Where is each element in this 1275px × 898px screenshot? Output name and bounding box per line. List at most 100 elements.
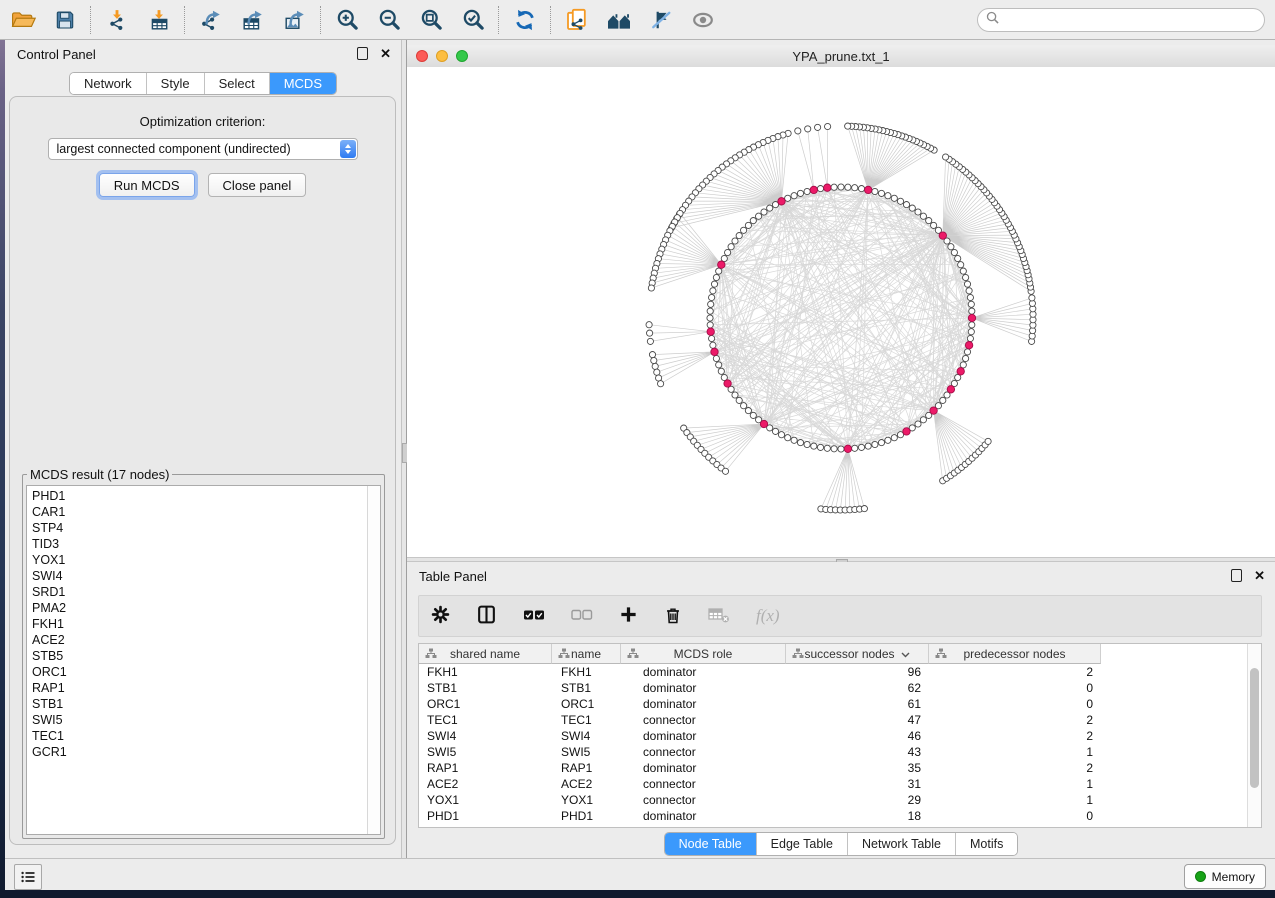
tab-style[interactable]: Style xyxy=(147,73,205,94)
table-scrollbar[interactable] xyxy=(1247,644,1261,827)
export-web-icon xyxy=(565,8,589,32)
mcds-result-item[interactable]: STB1 xyxy=(27,696,368,712)
table-cell: 46 xyxy=(786,729,929,743)
table-cell: SWI5 xyxy=(552,745,621,759)
table-cell: 62 xyxy=(786,681,929,695)
table-row[interactable]: SWI5SWI5connector431 xyxy=(419,744,1261,760)
close-panel-icon[interactable]: ✕ xyxy=(1254,570,1265,581)
tab-node-table[interactable]: Node Table xyxy=(665,833,757,855)
scrollbar-thumb[interactable] xyxy=(1250,668,1259,788)
mcds-result-item[interactable]: SWI5 xyxy=(27,712,368,728)
show-columns-button[interactable] xyxy=(476,604,497,628)
search-icon xyxy=(986,11,999,29)
show-graphics-button[interactable] xyxy=(690,7,716,33)
table-cell: dominator xyxy=(621,729,786,743)
window-close-icon[interactable] xyxy=(416,50,428,62)
add-row-button[interactable] xyxy=(619,605,638,627)
zoom-fit-button[interactable] xyxy=(418,7,444,33)
mcds-list-scrollbar[interactable] xyxy=(367,486,380,834)
mcds-result-item[interactable]: GCR1 xyxy=(27,744,368,760)
table-row[interactable]: ORC1ORC1dominator610 xyxy=(419,696,1261,712)
table-row[interactable]: FKH1FKH1dominator962 xyxy=(419,664,1261,680)
export-web-button[interactable] xyxy=(564,7,590,33)
table-row[interactable]: SWI4SWI4dominator462 xyxy=(419,728,1261,744)
column-type-icon xyxy=(627,648,639,662)
home-button[interactable] xyxy=(606,7,632,33)
network-canvas[interactable] xyxy=(407,67,1275,557)
open-folder-button[interactable] xyxy=(10,7,36,33)
export-table-button[interactable] xyxy=(240,7,266,33)
table-row[interactable]: RAP1RAP1dominator352 xyxy=(419,760,1261,776)
import-network-button[interactable] xyxy=(104,7,130,33)
zoom-out-button[interactable] xyxy=(376,7,402,33)
save-button[interactable] xyxy=(52,7,78,33)
show-graphics-icon xyxy=(691,9,715,31)
task-history-button[interactable] xyxy=(14,864,42,890)
mcds-result-item[interactable]: FKH1 xyxy=(27,616,368,632)
memory-button[interactable]: Memory xyxy=(1184,864,1266,889)
tab-select[interactable]: Select xyxy=(205,73,270,94)
select-stepper-icon xyxy=(340,140,356,158)
search-input[interactable] xyxy=(1004,12,1256,28)
mcds-result-item[interactable]: ORC1 xyxy=(27,664,368,680)
table-row[interactable]: PHD1PHD1dominator180 xyxy=(419,808,1261,824)
column-header-name[interactable]: name xyxy=(552,644,621,664)
select-all-button[interactable] xyxy=(523,608,545,625)
unselect-all-button[interactable] xyxy=(571,608,593,625)
mcds-result-item[interactable]: SWI4 xyxy=(27,568,368,584)
mcds-result-item[interactable]: PHD1 xyxy=(27,488,368,504)
memory-status-icon xyxy=(1195,871,1206,882)
application-window: Control Panel ✕ NetworkStyleSelectMCDS O… xyxy=(0,0,1275,890)
table-cell: 35 xyxy=(786,761,929,775)
export-image-button[interactable] xyxy=(282,7,308,33)
mcds-result-item[interactable]: YOX1 xyxy=(27,552,368,568)
export-network-button[interactable] xyxy=(198,7,224,33)
mcds-result-item[interactable]: ACE2 xyxy=(27,632,368,648)
table-cell: dominator xyxy=(621,665,786,679)
open-folder-icon xyxy=(10,9,36,31)
run-mcds-button[interactable]: Run MCDS xyxy=(99,173,195,197)
table-row[interactable]: ACE2ACE2connector311 xyxy=(419,776,1261,792)
network-window-title: YPA_prune.txt_1 xyxy=(407,49,1275,64)
delete-table-icon xyxy=(708,606,730,627)
window-maximize-icon[interactable] xyxy=(456,50,468,62)
hide-annotations-button[interactable] xyxy=(648,7,674,33)
mcds-result-item[interactable]: RAP1 xyxy=(27,680,368,696)
tab-network[interactable]: Network xyxy=(70,73,147,94)
window-minimize-icon[interactable] xyxy=(436,50,448,62)
tab-motifs[interactable]: Motifs xyxy=(956,833,1017,855)
mcds-result-item[interactable]: SRD1 xyxy=(27,584,368,600)
tab-edge-table[interactable]: Edge Table xyxy=(757,833,848,855)
table-row[interactable]: TEC1TEC1connector472 xyxy=(419,712,1261,728)
zoom-selected-button[interactable] xyxy=(460,7,486,33)
toolbar-separator xyxy=(550,6,552,34)
float-panel-icon[interactable] xyxy=(357,47,368,60)
refresh-button[interactable] xyxy=(512,7,538,33)
hide-annotations-icon xyxy=(650,9,672,31)
import-table-button[interactable] xyxy=(146,7,172,33)
search-box[interactable] xyxy=(977,8,1265,32)
close-panel-icon[interactable]: ✕ xyxy=(380,48,391,59)
settings-button[interactable] xyxy=(431,605,450,627)
column-header-predecessor-nodes[interactable]: predecessor nodes xyxy=(929,644,1101,664)
column-type-icon xyxy=(935,648,947,662)
table-row[interactable]: STB1STB1dominator620 xyxy=(419,680,1261,696)
tab-network-table[interactable]: Network Table xyxy=(848,833,956,855)
close-panel-button[interactable]: Close panel xyxy=(208,173,307,197)
table-cell: YOX1 xyxy=(552,793,621,807)
mcds-result-item[interactable]: STB5 xyxy=(27,648,368,664)
mcds-result-item[interactable]: PMA2 xyxy=(27,600,368,616)
mcds-result-item[interactable]: TEC1 xyxy=(27,728,368,744)
criterion-select[interactable]: largest connected component (undirected) xyxy=(48,138,358,160)
column-header-shared-name[interactable]: shared name xyxy=(419,644,552,664)
mcds-result-item[interactable]: TID3 xyxy=(27,536,368,552)
zoom-in-button[interactable] xyxy=(334,7,360,33)
mcds-result-item[interactable]: CAR1 xyxy=(27,504,368,520)
mcds-result-item[interactable]: STP4 xyxy=(27,520,368,536)
column-header-MCDS-role[interactable]: MCDS role xyxy=(621,644,786,664)
float-panel-icon[interactable] xyxy=(1231,569,1242,582)
column-header-successor-nodes[interactable]: successor nodes xyxy=(786,644,929,664)
delete-row-button[interactable] xyxy=(664,605,682,628)
table-row[interactable]: YOX1YOX1connector291 xyxy=(419,792,1261,808)
tab-mcds[interactable]: MCDS xyxy=(270,73,336,94)
